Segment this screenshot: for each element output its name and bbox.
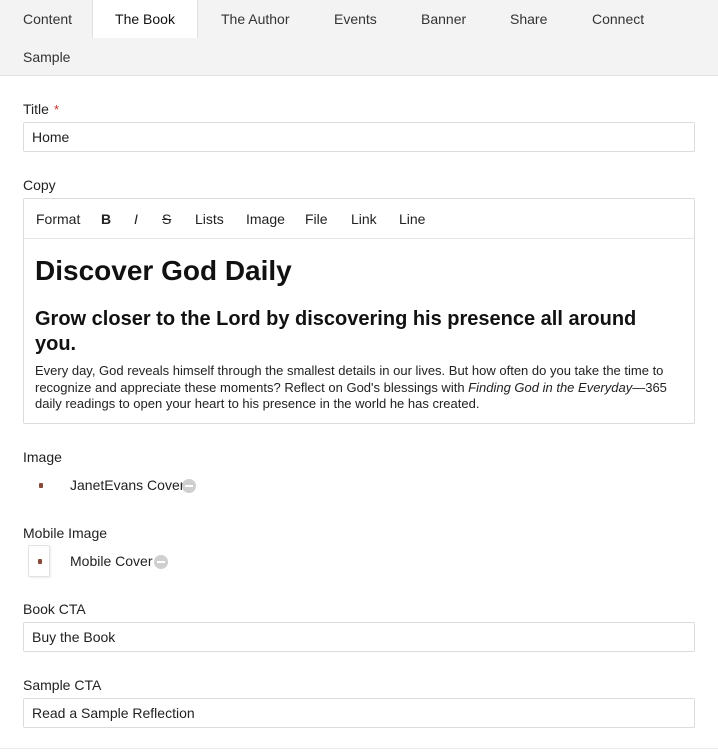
sample-cta-input[interactable] (23, 698, 695, 728)
format-button[interactable]: Format (36, 199, 80, 239)
mobile-image-file-name: Mobile Cover (70, 553, 153, 569)
tab-sample[interactable]: Sample (23, 38, 70, 76)
copy-editor[interactable]: Format B I S Lists Image File Link Line … (23, 198, 695, 424)
link-button[interactable]: Link (351, 199, 377, 239)
title-input[interactable] (23, 122, 695, 152)
copy-subheading: Grow closer to the Lord by discovering h… (35, 308, 637, 355)
italic-button[interactable]: I (134, 199, 138, 239)
required-mark: * (53, 102, 59, 117)
tab-connect[interactable]: Connect (592, 0, 644, 38)
copy-paragraph: Every day, God reveals himself through t… (35, 363, 675, 413)
tab-content[interactable]: Content (23, 0, 72, 38)
editor-content[interactable]: Discover God Daily Grow closer to the Lo… (35, 255, 675, 413)
copy-label: Copy (23, 177, 56, 193)
sample-cta-label: Sample CTA (23, 677, 102, 693)
image-label: Image (23, 449, 62, 465)
tab-share[interactable]: Share (510, 0, 547, 38)
copy-heading: Discover God Daily (35, 255, 292, 286)
image-thumbnail[interactable] (27, 469, 55, 503)
tab-events[interactable]: Events (334, 0, 377, 38)
book-cta-label: Book CTA (23, 601, 86, 617)
minus-circle-icon[interactable] (154, 555, 168, 569)
cover-art (39, 483, 43, 488)
tab-the-book[interactable]: The Book (92, 0, 198, 38)
image-button[interactable]: Image (246, 199, 285, 239)
strikethrough-button[interactable]: S (162, 199, 171, 239)
cover-art (38, 559, 42, 564)
minus-circle-icon[interactable] (182, 479, 196, 493)
divider (0, 748, 718, 749)
bold-button[interactable]: B (101, 199, 111, 239)
tab-bar: Content The Book The Author Events Banne… (0, 0, 718, 76)
image-file-name: JanetEvans Cover (70, 477, 185, 493)
copy-book-title: Finding God in the Everyday (468, 379, 633, 395)
file-button[interactable]: File (305, 199, 328, 239)
editor-toolbar: Format B I S Lists Image File Link Line (24, 199, 694, 239)
book-cta-input[interactable] (23, 622, 695, 652)
lists-button[interactable]: Lists (195, 199, 224, 239)
mobile-image-thumbnail[interactable] (28, 545, 50, 577)
line-button[interactable]: Line (399, 199, 425, 239)
mobile-image-label: Mobile Image (23, 525, 108, 541)
tab-banner[interactable]: Banner (421, 0, 466, 38)
title-label-text: Title (23, 101, 49, 117)
tab-the-author[interactable]: The Author (221, 0, 290, 38)
title-label: Title * (23, 101, 59, 117)
